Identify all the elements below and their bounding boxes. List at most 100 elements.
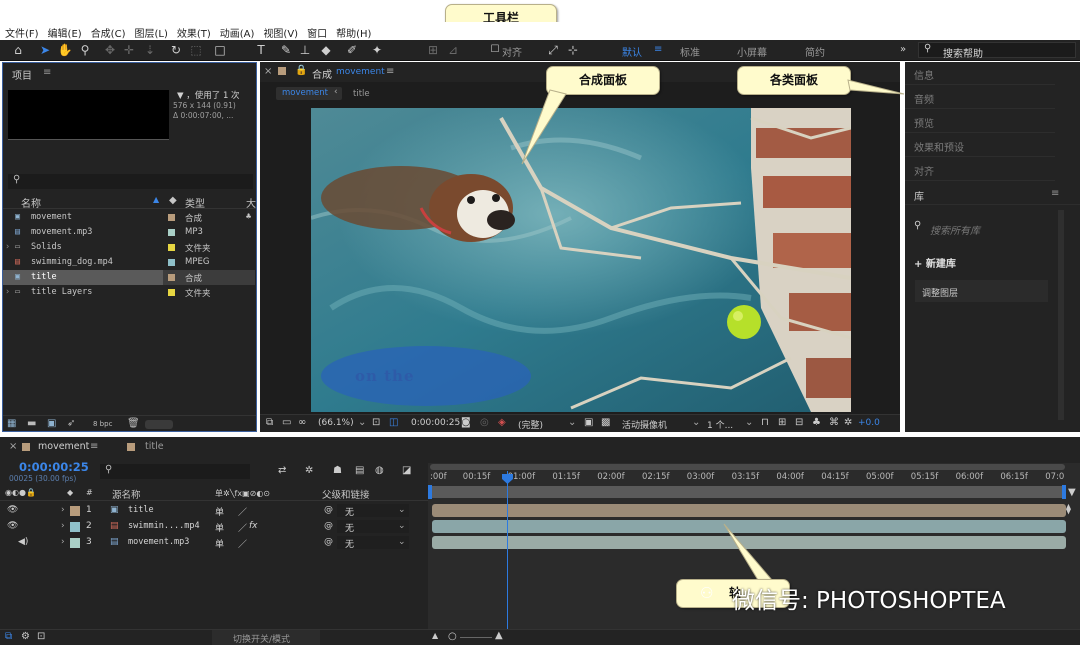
panel-align[interactable]: 对齐 — [905, 158, 1055, 181]
layer-name[interactable]: movement.mp3 — [128, 537, 189, 547]
delete-icon[interactable]: 🗑 — [127, 418, 140, 429]
menu-composition[interactable]: 合成(C) — [86, 22, 130, 40]
new-comp-icon[interactable]: ▣ — [47, 418, 56, 429]
snap-options-icon[interactable]: ⊹ — [565, 42, 581, 58]
workspace-menu-icon[interactable]: ≡ — [654, 44, 662, 55]
table-row[interactable]: ◀) › 3 ▤ movement.mp3 单 ／ @ 无 ⌄ — [0, 535, 428, 551]
more-workspaces-icon[interactable]: » — [900, 44, 906, 55]
tab-title[interactable]: title — [145, 441, 164, 452]
transparency-grid-icon[interactable]: ▩ — [601, 417, 610, 428]
list-item-selected[interactable]: ▣ title 合成 — [3, 270, 255, 285]
menu-help[interactable]: 帮助(H) — [331, 22, 375, 40]
zoom-tool-icon[interactable]: ⚲ — [77, 42, 93, 58]
close-icon[interactable]: × — [264, 66, 272, 77]
mask-visibility-icon[interactable]: ◫ — [389, 417, 398, 428]
dolly-camera-icon[interactable]: ⇣ — [142, 42, 158, 58]
chevron-right-icon[interactable]: › — [5, 287, 10, 297]
panel-menu-icon[interactable]: ≡ — [43, 67, 51, 78]
new-folder-icon[interactable]: ▬ — [27, 418, 36, 429]
column-size[interactable]: 大 — [246, 195, 256, 210]
zoom-in-icon[interactable]: ▲ — [495, 630, 503, 641]
thumbnail-slider[interactable] — [145, 420, 173, 429]
camera-snapshot-icon[interactable]: ◙ — [461, 417, 471, 428]
list-item[interactable]: ▤ swimming_dog.mp4 MPEG — [3, 255, 255, 270]
in-out-icon[interactable]: ⊡ — [37, 631, 45, 642]
scrollbar[interactable] — [1058, 210, 1064, 420]
work-area-end-handle[interactable] — [1062, 485, 1066, 499]
shy-switch-icon[interactable]: 单 — [215, 521, 224, 534]
monitor-icon[interactable]: ▭ — [282, 417, 291, 428]
brush-tool-icon[interactable]: ✎ — [278, 42, 294, 58]
chevron-down-icon[interactable]: ⌄ — [692, 417, 700, 428]
rectangle-tool-icon[interactable]: □ — [212, 42, 228, 58]
roto-brush-tool-icon[interactable]: ✐ — [344, 42, 360, 58]
layer-switches-icon[interactable]: ⧉ — [5, 631, 12, 642]
library-item[interactable]: 调整图层 — [915, 280, 1048, 302]
close-icon[interactable]: × — [9, 441, 17, 452]
menu-effect[interactable]: 效果(T) — [172, 22, 215, 40]
timeline-icon[interactable]: ⊟ — [795, 417, 803, 428]
comp-mini-flowchart-icon[interactable]: ⇄ — [278, 465, 286, 476]
comp-button-icon[interactable]: ▼ — [1068, 487, 1076, 498]
flowchart-icon[interactable]: ♣ — [812, 417, 821, 428]
list-item[interactable]: ▤ movement.mp3 MP3 — [3, 225, 255, 240]
column-name[interactable]: 名称 — [21, 195, 41, 210]
layer-name[interactable]: swimmin....mp4 — [128, 521, 200, 531]
playhead-handle[interactable] — [501, 473, 514, 485]
workspace-default[interactable]: 默认 — [622, 44, 642, 59]
timeline-search-input[interactable]: ⚲ — [100, 464, 250, 479]
snap-icon[interactable]: ⤢ — [545, 42, 561, 58]
library-search-input[interactable]: 搜索所有库 — [930, 222, 980, 237]
quality-switch-icon[interactable]: ／ — [238, 505, 247, 518]
fast-preview-icon[interactable]: ⊞ — [778, 417, 786, 428]
column-source-name[interactable]: 源名称 — [112, 487, 141, 501]
pan-behind-tool-icon[interactable]: ⬚ — [188, 42, 204, 58]
puppet-pin-tool-icon[interactable]: ✦ — [369, 42, 385, 58]
menu-animation[interactable]: 动画(A) — [215, 22, 259, 40]
table-row[interactable]: 👁 › 2 ▤ swimmin....mp4 单 ／ fx @ 无 ⌄ — [0, 519, 428, 535]
quality-dropdown[interactable]: (完整) — [518, 418, 543, 431]
marker-icon[interactable]: ⧫ — [1066, 504, 1071, 515]
reset-exposure-icon[interactable]: ⌘ — [829, 417, 839, 428]
layer-name[interactable]: title — [128, 505, 154, 515]
workspace-small-screen[interactable]: 小屏幕 — [737, 44, 767, 59]
interpret-footage-icon[interactable]: ▦ — [7, 418, 16, 429]
shy-switch-icon[interactable]: 单 — [215, 505, 224, 518]
transfer-controls-icon[interactable]: ⚙ — [21, 631, 30, 642]
clone-stamp-tool-icon[interactable]: ⊥ — [297, 42, 313, 58]
table-row[interactable]: 👁 › 1 ▣ title 单 ／ @ 无 ⌄ — [0, 503, 428, 519]
anchor-move-icon[interactable]: ⊿ — [445, 42, 461, 58]
lock-icon[interactable]: 🔒 — [295, 65, 307, 76]
work-area-range[interactable] — [430, 486, 1065, 498]
timeline-timecode[interactable]: 0:00:00:25 — [19, 460, 89, 474]
list-item[interactable]: › ▭ Solids 文件夹 — [3, 240, 255, 255]
zoom-slider-track[interactable] — [460, 637, 492, 638]
chevron-right-icon[interactable]: › — [5, 242, 10, 252]
tab-movement[interactable]: movement — [38, 441, 89, 452]
sort-up-icon[interactable]: ▲ — [153, 195, 159, 204]
list-item[interactable]: ▣ movement 合成 ♣ — [3, 210, 255, 225]
work-area-start-handle[interactable] — [428, 485, 432, 499]
panel-preview[interactable]: 预览 — [905, 110, 1055, 133]
chevron-down-icon[interactable]: ⌄ — [568, 417, 576, 428]
3d-glasses-icon[interactable]: ∞ — [298, 417, 306, 428]
exposure-value[interactable]: +0.0 — [858, 418, 880, 428]
selection-tool-icon[interactable]: ➤ — [37, 42, 53, 58]
panel-menu-icon[interactable]: ≡ — [90, 441, 98, 452]
audio-speaker-icon[interactable]: ◀) — [18, 537, 28, 547]
column-parent-link[interactable]: 父级和链接 — [322, 487, 370, 501]
eraser-tool-icon[interactable]: ◆ — [318, 42, 334, 58]
menu-edit[interactable]: 编辑(E) — [43, 22, 86, 40]
effects-switch[interactable]: fx — [249, 521, 258, 531]
bit-depth-button[interactable]: 8 bpc — [93, 420, 112, 428]
render-queue-icon[interactable]: ➶ — [67, 418, 75, 429]
hand-tool-icon[interactable]: ✋ — [57, 42, 73, 58]
work-area-bar[interactable] — [430, 464, 1065, 470]
graph-editor-icon[interactable]: ◪ — [402, 465, 411, 476]
workspace-minimal[interactable]: 简约 — [805, 44, 825, 59]
list-item[interactable]: › ▭ title Layers 文件夹 — [3, 285, 255, 300]
menu-window[interactable]: 窗口 — [302, 22, 331, 40]
panel-info[interactable]: 信息 — [905, 62, 1055, 85]
region-of-interest-icon[interactable]: ▣ — [584, 417, 593, 428]
home-icon[interactable]: ⌂ — [10, 42, 26, 58]
